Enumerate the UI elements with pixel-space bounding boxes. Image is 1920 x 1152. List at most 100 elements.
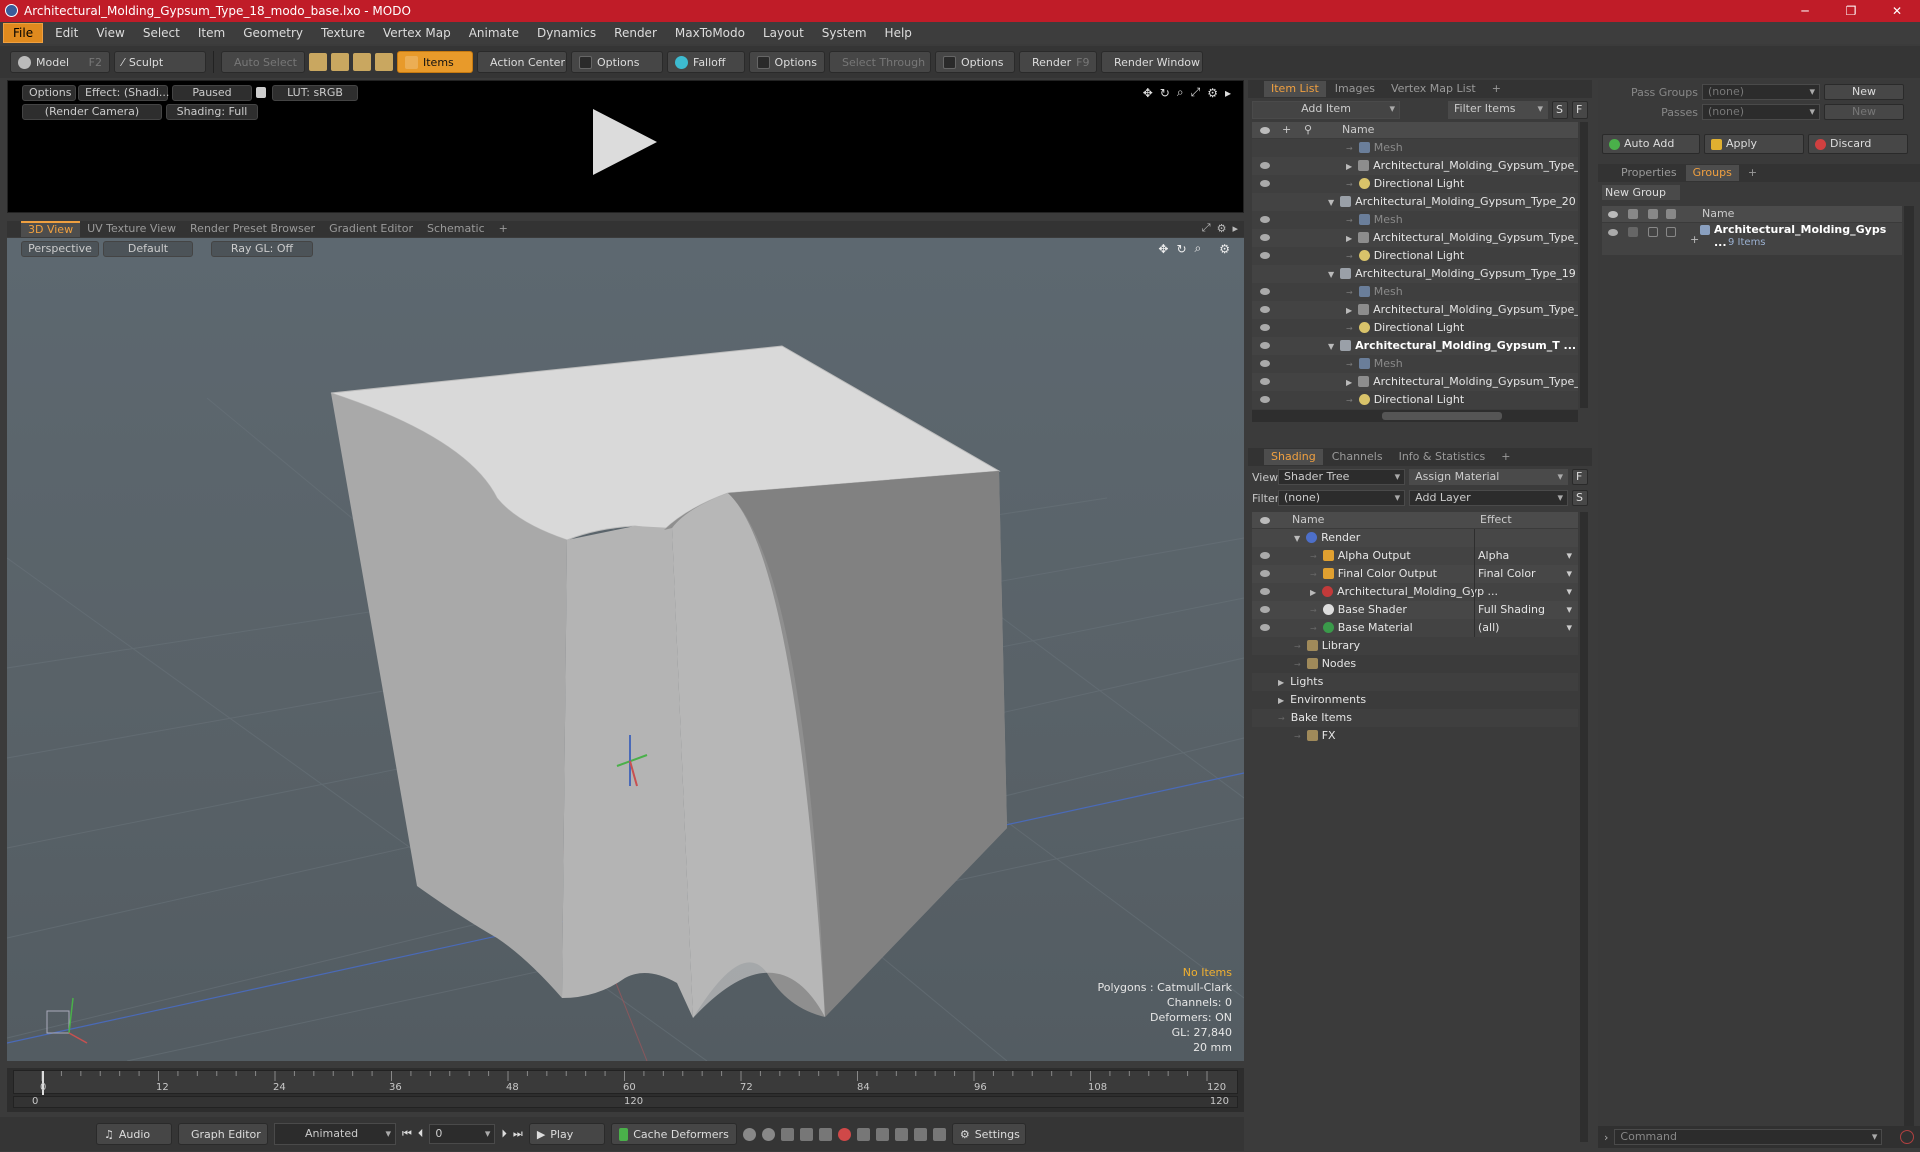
preview-options-button[interactable]: Options [22,85,76,101]
tab-uv-texture-view[interactable]: UV Texture View [80,221,183,237]
shader-tree-row[interactable]: ▼ Render [1252,529,1578,547]
shader-tree-row[interactable]: ▶ Lights [1252,673,1578,691]
auto-select-button[interactable]: Auto Select [221,51,305,73]
play-button[interactable]: ▶ Play [528,1123,605,1145]
loop-icon[interactable] [913,1127,927,1141]
name-column-header[interactable]: Name [1702,206,1734,222]
eye-icon[interactable] [1260,216,1270,223]
command-input[interactable]: Command [1614,1129,1883,1145]
tab-item-list[interactable]: Item List [1264,81,1326,97]
key-icon[interactable] [742,1127,756,1141]
arrow-right-icon[interactable]: ▸ [1232,222,1238,235]
name-column-header[interactable]: Name [1342,122,1374,138]
eye-icon[interactable] [1260,588,1270,595]
tab-info-statistics[interactable]: Info & Statistics [1392,449,1493,465]
chevron-down-icon[interactable]: ▾ [1566,619,1572,637]
eye-icon[interactable] [1260,180,1270,187]
fit-icon[interactable]: ⤢ [1191,85,1201,100]
menu-layout[interactable]: Layout [754,22,813,44]
lock-toggle-icon[interactable] [1648,227,1658,237]
lock-icon[interactable] [256,87,266,98]
time-range-bar[interactable]: 0 120 120 [13,1096,1238,1108]
expand-arrow-icon[interactable]: ▶ [1346,378,1352,387]
item-list-row[interactable]: ▼ Architectural_Molding_Gypsum_Type_19 ..… [1252,265,1578,283]
render-button[interactable]: Render F9 [1019,51,1097,73]
item-list-row[interactable]: ▼ Architectural_Molding_Gypsum_Type_20 ..… [1252,193,1578,211]
tab-shading[interactable]: Shading [1264,449,1323,465]
menu-animate[interactable]: Animate [460,22,528,44]
menu-geometry[interactable]: Geometry [234,22,312,44]
select-toggle-icon[interactable] [1666,227,1676,237]
render-window-button[interactable]: Render Window [1101,51,1203,73]
step-forward-icon[interactable] [894,1127,908,1141]
tab-groups[interactable]: Groups [1685,165,1739,181]
item-list-row[interactable]: ▶ Architectural_Molding_Gypsum_Type_ ... [1252,373,1578,391]
eye-icon[interactable] [1260,306,1270,313]
next-frame-icon[interactable]: ⏵ [501,1127,507,1141]
expand-arrow-icon[interactable]: ▶ [1346,234,1352,243]
item-list-row[interactable]: → Directional Light [1252,175,1578,193]
minimize-button[interactable]: ─ [1782,0,1828,22]
discard-button[interactable]: Discard [1808,134,1908,154]
item-list-row[interactable]: → Directional Light [1252,391,1578,409]
perspective-dropdown[interactable]: Perspective [21,241,99,257]
scrollbar-thumb[interactable] [1382,412,1502,420]
edges-mode-icon[interactable] [331,53,349,71]
eye-icon[interactable] [1260,342,1270,349]
add-tab-button[interactable]: + [492,221,515,237]
expand-arrow-icon[interactable]: ▶ [1278,678,1284,687]
item-list-row[interactable]: → Mesh [1252,139,1578,157]
render-toggle-icon[interactable] [1628,227,1638,237]
play-icon[interactable] [593,109,657,175]
move-icon[interactable]: ✥ [1143,86,1153,100]
item-list-row[interactable]: → Directional Light [1252,247,1578,265]
shader-tree-row[interactable]: → Alpha Output Alpha ▾ [1252,547,1578,565]
gear-icon[interactable]: ⚙ [1207,86,1218,100]
next-key-icon[interactable] [799,1127,813,1141]
collapse-arrow-icon[interactable]: ▼ [1294,534,1300,543]
eye-icon[interactable] [1260,234,1270,241]
tab-vertex-map-list[interactable]: Vertex Map List [1384,81,1483,97]
add-tab-button[interactable]: + [1741,165,1764,181]
item-list-row[interactable]: ▼ Architectural_Molding_Gypsum_T ... [1252,337,1578,355]
add-tab-button[interactable]: + [1494,449,1517,465]
model-mode-button[interactable]: Model F2 [10,51,110,73]
tab-gradient-editor[interactable]: Gradient Editor [322,221,420,237]
action-center-options-button[interactable]: Options [571,51,663,73]
menu-texture[interactable]: Texture [312,22,374,44]
zoom-icon[interactable]: ⌕ [1195,241,1202,256]
close-button[interactable]: ✕ [1874,0,1920,22]
graph-key-icon[interactable] [818,1127,832,1141]
expand-icon[interactable]: + [1690,233,1699,246]
apply-button[interactable]: Apply [1704,134,1804,154]
snap-icon[interactable] [856,1127,870,1141]
keys-icon[interactable] [932,1127,946,1141]
animated-dropdown[interactable]: Animated [274,1123,396,1145]
eye-icon[interactable] [1260,288,1270,295]
eye-icon[interactable] [1260,252,1270,259]
record-icon[interactable] [837,1127,851,1141]
chevron-down-icon[interactable]: ▾ [1566,565,1572,583]
eye-icon[interactable] [1260,570,1270,577]
materials-mode-icon[interactable] [375,53,393,71]
preview-camera-dropdown[interactable]: (Render Camera) [22,104,162,120]
audio-button[interactable]: ♫ Audio [96,1123,172,1145]
eye-icon[interactable] [1260,360,1270,367]
3d-viewport[interactable]: Perspective Default Ray GL: Off ✥ ↻ ⌕ ⚙ … [7,238,1244,1061]
maximize-panel-icon[interactable]: ⤢ [1202,221,1211,235]
shader-tree-row[interactable]: → FX [1252,727,1578,745]
menu-vertex-map[interactable]: Vertex Map [374,22,460,44]
new-pass-group-button[interactable]: New [1824,84,1904,100]
tab-channels[interactable]: Channels [1325,449,1390,465]
tab-properties[interactable]: Properties [1614,165,1684,181]
last-frame-icon[interactable]: ⏭ [513,1127,523,1141]
filter-items-input[interactable]: Filter Items [1448,101,1548,119]
graph-editor-button[interactable]: Graph Editor [178,1123,268,1145]
falloff-button[interactable]: Falloff [667,51,745,73]
eye-icon[interactable] [1260,324,1270,331]
item-list-f-button[interactable]: F [1572,101,1588,119]
preview-paused-button[interactable]: Paused [172,85,252,101]
item-list-row[interactable]: → Directional Light [1252,319,1578,337]
item-list-vscrollbar[interactable] [1580,122,1588,408]
timeline[interactable]: 0 12 24 36 48 60 72 84 96 108 120 0 120 … [7,1068,1244,1112]
